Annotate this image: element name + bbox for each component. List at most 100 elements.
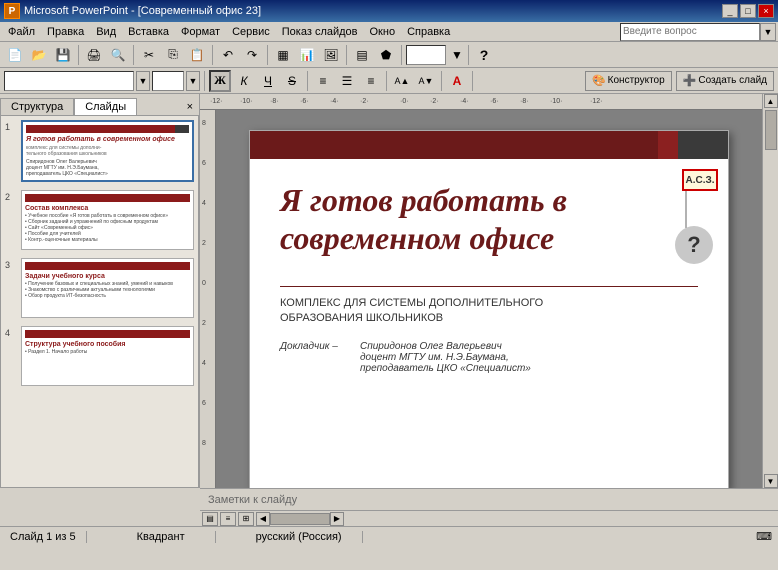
font-color-button[interactable]: A — [446, 70, 468, 92]
scroll-left-button[interactable]: ◀ — [256, 512, 270, 526]
thumb-2-title: Состав комплекса — [25, 205, 190, 212]
help-search-input[interactable] — [620, 23, 760, 41]
slide-thumbnail-1: Я готов работать в современном офисе ком… — [21, 120, 194, 182]
design-tools: 🎨 Конструктор ➕ Создать слайд — [585, 71, 774, 91]
open-button[interactable]: 📂 — [28, 44, 50, 66]
vertical-scrollbar: ▲ ▼ — [762, 94, 778, 488]
menu-help[interactable]: Справка — [401, 25, 456, 39]
insert-chart-button[interactable]: 📊 — [296, 44, 318, 66]
redo-button[interactable]: ↷ — [241, 44, 263, 66]
slide-header-accent-1 — [658, 131, 678, 159]
comment-box[interactable]: А.С.З. — [682, 169, 718, 191]
bold-button[interactable]: Ж — [209, 70, 231, 92]
slide-subtitle[interactable]: КОМПЛЕКС ДЛЯ СИСТЕМЫ ДОПОЛНИТЕЛЬНОГООБРА… — [280, 296, 678, 327]
align-left-icon: ≡ — [319, 74, 326, 88]
text-box-button[interactable]: ▤ — [351, 44, 373, 66]
design-label: Конструктор — [608, 75, 665, 86]
copy-icon: ⎘ — [168, 47, 178, 62]
scroll-up-button[interactable]: ▲ — [764, 94, 778, 108]
bold-icon: Ж — [214, 73, 226, 88]
status-icons: ⌨ — [756, 530, 778, 543]
align-center-icon: ☰ — [342, 74, 353, 88]
undo-button[interactable]: ↶ — [217, 44, 239, 66]
menu-service[interactable]: Сервис — [226, 25, 276, 39]
toolbar-separator-5 — [346, 45, 347, 65]
zoom-input[interactable]: 48% — [406, 45, 446, 65]
design-button[interactable]: 🎨 Конструктор — [585, 71, 672, 91]
insert-table-button[interactable]: ▦ — [272, 44, 294, 66]
normal-view-button[interactable]: ▤ — [202, 512, 218, 526]
insert-image-button[interactable]: 🖼 — [320, 44, 342, 66]
slide-number-4: 4 — [5, 326, 21, 338]
slide-thumb-1[interactable]: 1 Я готов работать в современном офисе к… — [5, 120, 194, 182]
italic-button[interactable]: К — [233, 70, 255, 92]
panel-close-button[interactable]: × — [181, 99, 199, 115]
slide-sorter-button[interactable]: ⊞ — [238, 512, 254, 526]
slide-number-1: 1 — [5, 120, 21, 132]
help-search-button[interactable]: ▼ — [760, 23, 776, 41]
app-icon: P — [4, 3, 20, 19]
slide-title[interactable]: Я готов работать в современном офисе — [280, 181, 678, 258]
align-center-button[interactable]: ☰ — [336, 70, 358, 92]
paste-button[interactable]: 📋 — [186, 44, 208, 66]
underline-button[interactable]: Ч — [257, 70, 279, 92]
slide-author-info: Спиридонов Олег Валерьевич доцент МГТУ и… — [360, 341, 698, 374]
font-size-dropdown[interactable]: ▼ — [186, 71, 200, 91]
preview-button[interactable]: 🔍 — [107, 44, 129, 66]
slide-editor-area: ·12· ·10· ·8· ·6· ·4· ·2· ·0· ·2· ·4· ·6… — [200, 94, 762, 488]
menu-slideshow[interactable]: Показ слайдов — [276, 25, 364, 39]
scroll-thumb[interactable] — [765, 110, 777, 150]
strikethrough-button[interactable]: S — [281, 70, 303, 92]
preview-icon: 🔍 — [111, 48, 126, 62]
table-icon: ▦ — [277, 48, 288, 62]
chart-icon: 📊 — [300, 48, 315, 62]
zoom-dropdown-button[interactable]: ▼ — [450, 44, 464, 66]
menu-view[interactable]: Вид — [90, 25, 122, 39]
shapes-icon: ⬟ — [381, 48, 391, 62]
print-button[interactable]: 🖨 — [83, 44, 105, 66]
vertical-ruler: 8 6 4 2 0 2 4 6 8 — [200, 110, 216, 488]
save-button[interactable]: 💾 — [52, 44, 74, 66]
menu-bar: Файл Правка Вид Вставка Формат Сервис По… — [0, 22, 778, 42]
decrease-font-button[interactable]: A▼ — [415, 70, 437, 92]
slide-title-line2: современном офисе — [280, 220, 554, 256]
create-slide-button[interactable]: ➕ Создать слайд — [676, 71, 774, 91]
tab-slides[interactable]: Слайды — [74, 98, 137, 115]
notes-placeholder: Заметки к слайду — [208, 494, 297, 506]
font-name-input[interactable]: Times New Roman — [4, 71, 134, 91]
slide-1[interactable]: А.С.З. ? Я готов работать в современном … — [249, 130, 729, 488]
question-mark-bubble: ? — [675, 226, 713, 264]
slide-thumb-4[interactable]: 4 Структура учебного пособия • Раздел 1.… — [5, 326, 194, 386]
slide-thumb-2[interactable]: 2 Состав комплекса • Учебное пособие «Я … — [5, 190, 194, 250]
font-size-input[interactable]: 18 — [152, 71, 184, 91]
format-separator-1 — [204, 71, 205, 91]
font-name-dropdown[interactable]: ▼ — [136, 71, 150, 91]
menu-window[interactable]: Окно — [364, 25, 402, 39]
menu-file[interactable]: Файл — [2, 25, 41, 39]
maximize-button[interactable]: □ — [740, 4, 756, 18]
auto-shapes-button[interactable]: ⬟ — [375, 44, 397, 66]
slide-thumb-3[interactable]: 3 Задачи учебного курса • Получение базо… — [5, 258, 194, 318]
close-button[interactable]: × — [758, 4, 774, 18]
menu-insert[interactable]: Вставка — [122, 25, 175, 39]
ruler-mark: ·0· — [400, 98, 409, 105]
help-icon: ? — [480, 47, 489, 63]
scroll-down-button[interactable]: ▼ — [764, 474, 778, 488]
decrease-font-icon: A▼ — [419, 76, 434, 86]
tab-structure[interactable]: Структура — [0, 98, 74, 115]
align-right-button[interactable]: ≡ — [360, 70, 382, 92]
outline-view-button[interactable]: ≡ — [220, 512, 236, 526]
increase-font-button[interactable]: A▲ — [391, 70, 413, 92]
copy-button[interactable]: ⎘ — [162, 44, 184, 66]
cut-button[interactable]: ✂ — [138, 44, 160, 66]
help-button[interactable]: ? — [473, 44, 495, 66]
new-icon: 📄 — [8, 48, 23, 62]
align-left-button[interactable]: ≡ — [312, 70, 334, 92]
new-button[interactable]: 📄 — [4, 44, 26, 66]
slide-number-2: 2 — [5, 190, 21, 202]
menu-edit[interactable]: Правка — [41, 25, 90, 39]
menu-format[interactable]: Формат — [175, 25, 226, 39]
scroll-right-button[interactable]: ▶ — [330, 512, 344, 526]
h-scroll-thumb[interactable] — [270, 513, 330, 525]
minimize-button[interactable]: _ — [722, 4, 738, 18]
